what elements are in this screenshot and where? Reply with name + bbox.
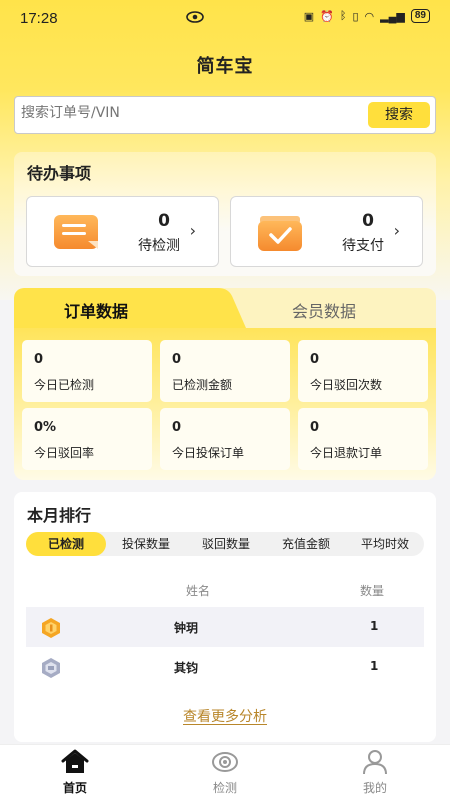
ranking-title: 本月排行 bbox=[27, 506, 92, 525]
home-icon bbox=[61, 749, 89, 773]
ranking-qty: 1 bbox=[370, 619, 379, 633]
todo-label: 待支付 bbox=[342, 238, 384, 254]
chevron-right-icon: › bbox=[189, 221, 196, 240]
stat-label: 今日投保订单 bbox=[172, 446, 245, 460]
nav-label: 我的 bbox=[362, 781, 387, 795]
stat-value: 0 bbox=[310, 420, 320, 435]
ranking-tab-avg-time[interactable]: 平均时效 bbox=[346, 532, 424, 556]
chevron-right-icon: › bbox=[393, 221, 400, 240]
stat-today-rejections[interactable]: 0 今日驳回次数 bbox=[298, 340, 428, 402]
bluetooth-icon: ᛒ bbox=[339, 10, 347, 22]
ranking-name: 其钧 bbox=[174, 661, 199, 675]
clipboard-note-icon bbox=[54, 215, 98, 249]
more-analysis-link[interactable]: 查看更多分析 bbox=[14, 706, 436, 726]
bottom-nav: 首页 检测 我的 bbox=[0, 744, 450, 800]
nav-home[interactable]: 首页 bbox=[35, 749, 115, 796]
status-bar: 17:28 ▣ ⏰ ᛒ ▯ ◠ ▂▄▆ 89 bbox=[0, 0, 450, 36]
ranking-tab-insured[interactable]: 投保数量 bbox=[106, 532, 186, 556]
stat-value: 0 bbox=[172, 352, 182, 367]
stat-label: 今日驳回次数 bbox=[310, 378, 383, 392]
ranking-tab-inspected[interactable]: 已检测 bbox=[26, 532, 106, 556]
wifi-icon: ◠ bbox=[364, 10, 375, 23]
payment-check-icon bbox=[258, 216, 302, 251]
todo-label: 待检测 bbox=[138, 238, 180, 254]
battery-icon: 89 bbox=[410, 9, 430, 23]
stat-label: 今日驳回率 bbox=[34, 446, 95, 460]
ranking-tab-rejected[interactable]: 驳回数量 bbox=[186, 532, 266, 556]
stat-value: 0 bbox=[34, 352, 44, 367]
nav-label: 首页 bbox=[62, 781, 87, 795]
data-stats-grid: 0 今日已检测 0 已检测金额 0 今日驳回次数 0% 今日驳回率 0 今日投保… bbox=[14, 328, 436, 480]
stat-today-inspected[interactable]: 0 今日已检测 bbox=[22, 340, 152, 402]
ranking-qty: 1 bbox=[370, 659, 379, 673]
stat-value: 0 bbox=[172, 420, 182, 435]
nfc-icon: ▣ bbox=[303, 10, 315, 23]
stat-label: 今日已检测 bbox=[34, 378, 95, 392]
stat-label: 已检测金额 bbox=[172, 378, 233, 392]
column-header-name: 姓名 bbox=[186, 584, 211, 598]
todo-pending-payment[interactable]: 0 待支付 › bbox=[230, 196, 423, 267]
nav-label: 检测 bbox=[212, 781, 237, 795]
todo-count: 0 bbox=[158, 211, 170, 231]
status-time: 17:28 bbox=[20, 9, 58, 27]
stat-today-reject-rate[interactable]: 0% 今日驳回率 bbox=[22, 408, 152, 470]
search-input[interactable] bbox=[21, 105, 361, 121]
alarm-icon: ⏰ bbox=[320, 10, 334, 23]
signal-icon: ▂▄▆ bbox=[380, 10, 405, 23]
ranking-tab-recharge[interactable]: 充值金额 bbox=[266, 532, 346, 556]
app-title: 简车宝 bbox=[196, 56, 254, 77]
data-tab-bar: 订单数据 会员数据 bbox=[14, 288, 436, 328]
eye-status-icon bbox=[186, 11, 204, 23]
gold-medal-icon bbox=[42, 618, 60, 638]
user-icon bbox=[363, 750, 387, 775]
stat-inspected-amount[interactable]: 0 已检测金额 bbox=[160, 340, 290, 402]
tab-member-data[interactable]: 会员数据 bbox=[292, 298, 356, 322]
stat-today-refund-orders[interactable]: 0 今日退款订单 bbox=[298, 408, 428, 470]
stat-label: 今日退款订单 bbox=[310, 446, 383, 460]
ranking-row[interactable]: 其钧 1 bbox=[26, 647, 424, 687]
status-icons: ▣ ⏰ ᛒ ▯ ◠ ▂▄▆ 89 bbox=[304, 9, 430, 23]
ranking-row[interactable]: 钟玥 1 bbox=[26, 607, 424, 647]
tab-order-data[interactable]: 订单数据 bbox=[64, 298, 128, 322]
todo-pending-inspection[interactable]: 0 待检测 › bbox=[26, 196, 219, 267]
ranking-name: 钟玥 bbox=[174, 621, 199, 635]
nav-inspect[interactable]: 检测 bbox=[185, 749, 265, 796]
data-card: 订单数据 会员数据 0 今日已检测 0 已检测金额 0 今日驳回次数 0% 今日… bbox=[14, 288, 436, 480]
eye-icon bbox=[212, 752, 238, 772]
column-header-qty: 数量 bbox=[360, 584, 385, 598]
search-box: 搜索 bbox=[14, 96, 436, 134]
todo-count: 0 bbox=[362, 211, 374, 231]
nav-mine[interactable]: 我的 bbox=[335, 749, 415, 796]
ranking-card: 本月排行 已检测 投保数量 驳回数量 充值金额 平均时效 姓名 数量 钟玥 1 … bbox=[14, 492, 436, 742]
todo-card: 待办事项 0 待检测 › 0 待支付 › bbox=[14, 152, 436, 276]
ranking-tabs: 已检测 投保数量 驳回数量 充值金额 平均时效 bbox=[26, 532, 424, 556]
stat-today-insured-orders[interactable]: 0 今日投保订单 bbox=[160, 408, 290, 470]
stat-value: 0% bbox=[34, 420, 57, 435]
stat-value: 0 bbox=[310, 352, 320, 367]
vibrate-icon: ▯ bbox=[352, 10, 359, 23]
todo-title: 待办事项 bbox=[27, 164, 92, 183]
silver-medal-icon bbox=[42, 658, 60, 678]
search-button[interactable]: 搜索 bbox=[368, 102, 430, 128]
